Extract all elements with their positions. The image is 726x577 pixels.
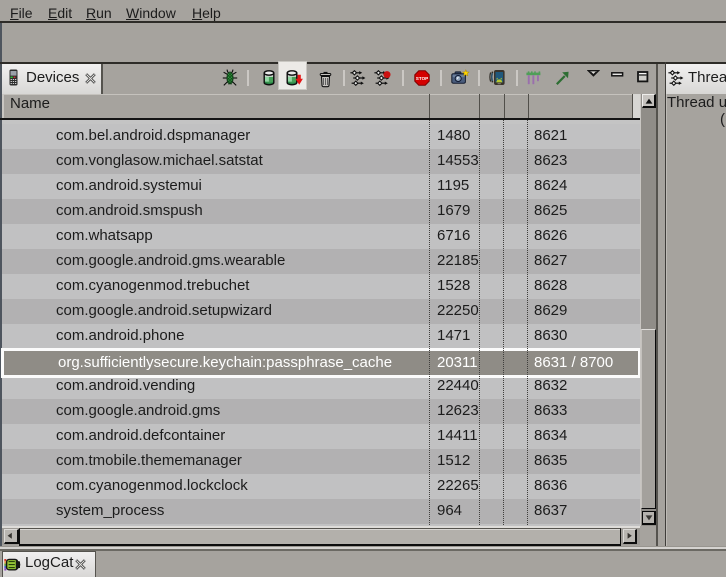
svg-text:STOP: STOP [416, 76, 428, 81]
